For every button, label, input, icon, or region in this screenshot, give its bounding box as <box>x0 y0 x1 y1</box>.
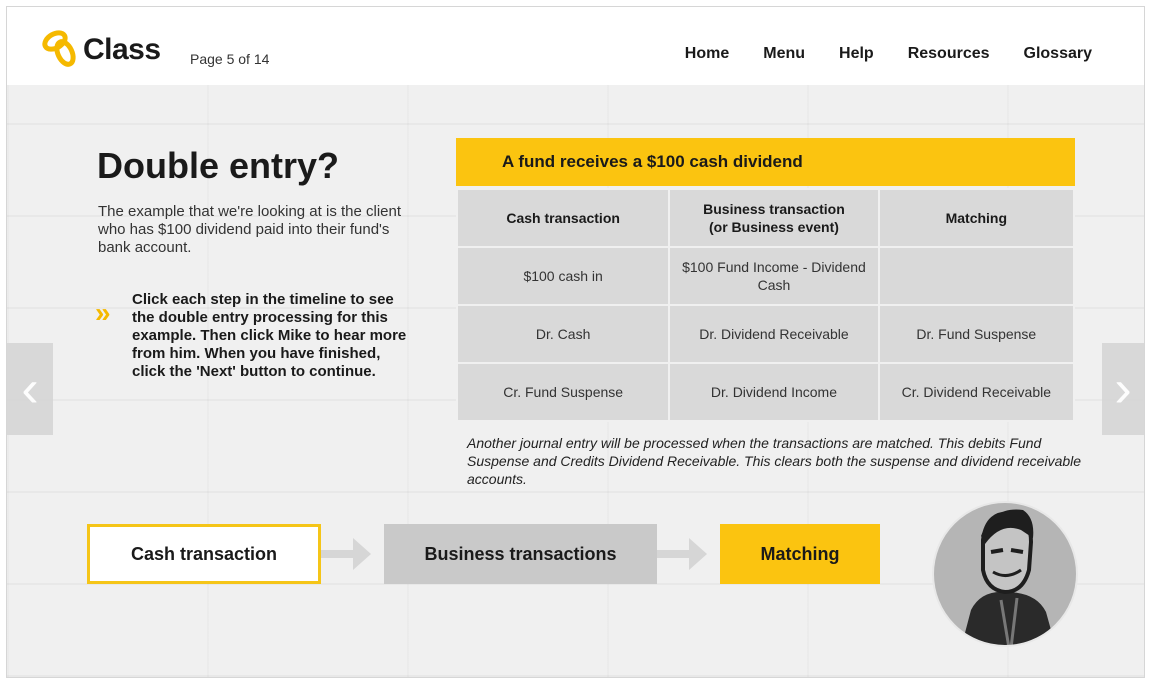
nav-help[interactable]: Help <box>839 45 874 63</box>
top-nav: Home Menu Help Resources Glossary <box>651 45 1092 63</box>
table-cell: $100 cash in <box>455 246 671 306</box>
timeline-step-cash[interactable]: Cash transaction <box>87 524 321 584</box>
nav-glossary[interactable]: Glossary <box>1024 45 1092 63</box>
page-indicator: Page 5 of 14 <box>190 51 270 67</box>
mike-avatar-icon <box>932 501 1078 647</box>
table-cell: Dr. Dividend Income <box>668 362 880 422</box>
logo-text: Class <box>83 33 161 66</box>
intro-text: The example that we're looking at is the… <box>98 203 402 256</box>
class-logo: Class <box>41 29 171 69</box>
table-caption: A fund receives a $100 cash dividend <box>456 138 1075 186</box>
prev-button[interactable]: ‹ <box>7 343 53 435</box>
timeline-arrow-2 <box>657 550 693 558</box>
journal-note: Another journal entry will be processed … <box>467 435 1082 487</box>
course-frame: Class Page 5 of 14 Home Menu Help Resour… <box>6 6 1145 678</box>
header-business-line-2: (or Business event) <box>708 219 839 235</box>
nav-menu[interactable]: Menu <box>763 45 805 63</box>
timeline-arrowhead-2 <box>689 538 707 570</box>
table-cell: Dr. Dividend Receivable <box>668 304 880 364</box>
table-cell: Dr. Cash <box>455 304 671 364</box>
table-cell <box>877 246 1076 306</box>
timeline-step-business[interactable]: Business transactions <box>384 524 657 584</box>
header-business-line-1: Business transaction <box>703 201 845 217</box>
top-header: Class Page 5 of 14 Home Menu Help Resour… <box>7 7 1144 85</box>
table-row: Dr. Cash Dr. Dividend Receivable Dr. Fun… <box>455 304 1076 364</box>
timeline-arrow-1 <box>321 550 357 558</box>
instruction-text: Click each step in the timeline to see t… <box>132 291 407 380</box>
header-cash-transaction: Cash transaction <box>455 188 671 248</box>
page-title: Double entry? <box>97 145 340 186</box>
next-button[interactable]: › <box>1102 343 1144 435</box>
logo-loop-icon <box>42 30 76 67</box>
timeline-arrowhead-1 <box>353 538 371 570</box>
table-cell: Cr. Fund Suspense <box>455 362 671 422</box>
table-cell: Cr. Dividend Receivable <box>877 362 1076 422</box>
table-cell: Dr. Fund Suspense <box>877 304 1076 364</box>
table-row: $100 cash in $100 Fund Income - Dividend… <box>455 246 1076 306</box>
nav-resources[interactable]: Resources <box>908 45 990 63</box>
table-row: Cr. Fund Suspense Dr. Dividend Income Cr… <box>455 362 1076 422</box>
table-cell: $100 Fund Income - Dividend Cash <box>668 246 880 306</box>
header-matching: Matching <box>877 188 1076 248</box>
header-business-transaction: Business transaction (or Business event) <box>668 188 880 248</box>
mike-avatar[interactable] <box>931 500 1079 648</box>
double-chevron-icon: » <box>95 297 110 328</box>
table-header-row: Cash transaction Business transaction (o… <box>455 188 1076 248</box>
nav-home[interactable]: Home <box>685 45 729 63</box>
timeline-step-matching[interactable]: Matching <box>720 524 880 584</box>
journal-table: Cash transaction Business transaction (o… <box>455 188 1076 422</box>
